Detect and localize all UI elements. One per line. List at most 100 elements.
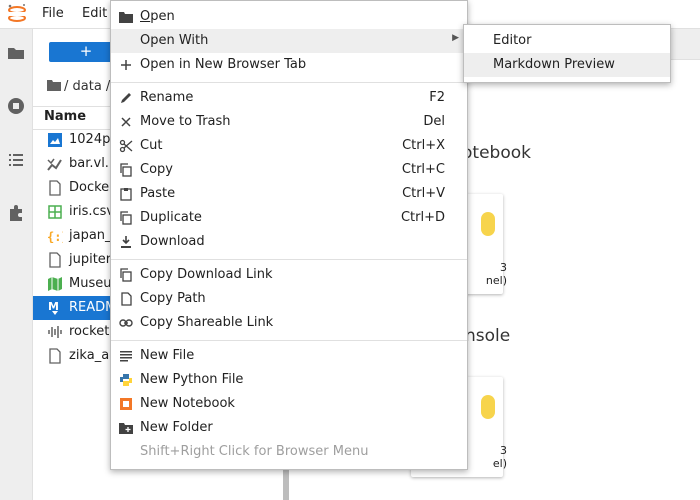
submenu-item-markdown-preview[interactable]: Markdown Preview xyxy=(464,53,670,77)
menu-label: Markdown Preview xyxy=(493,57,615,72)
name-header-label: Name xyxy=(44,109,87,124)
menu-item-copy-download-link[interactable]: Copy Download Link xyxy=(111,263,467,287)
menu-item-duplicate[interactable]: Duplicate Ctrl+D xyxy=(111,206,467,230)
add-icon xyxy=(121,60,131,70)
extension-icon[interactable] xyxy=(6,203,26,223)
text-file-icon xyxy=(120,351,132,362)
download-icon xyxy=(121,236,131,248)
menu-item-download[interactable]: Download xyxy=(111,230,467,254)
link-icon xyxy=(119,319,133,327)
svg-text:{:}: {:} xyxy=(47,230,63,244)
menu-label: Open xyxy=(140,9,175,24)
folder-icon[interactable] xyxy=(6,43,26,63)
menu-label: Copy Download Link xyxy=(140,267,273,282)
menu-separator xyxy=(111,340,467,341)
menu-label: New File xyxy=(140,348,195,363)
menu-label: Download xyxy=(140,234,205,249)
menu-label: Rename xyxy=(140,90,194,105)
file-name: 1024p xyxy=(69,132,111,147)
breadcrumb: / data / xyxy=(47,79,110,94)
running-icon[interactable] xyxy=(6,96,26,116)
file-name: Docke xyxy=(69,180,110,195)
file-name: iris.csv xyxy=(69,204,115,219)
menu-item-rename[interactable]: Rename F2 xyxy=(111,86,467,110)
menu-label: Cut xyxy=(140,138,163,153)
folder-home-icon[interactable] xyxy=(47,79,61,91)
python-logo-icon xyxy=(481,212,495,236)
file-name: rocket xyxy=(69,324,110,339)
menu-item-copy-path[interactable]: Copy Path xyxy=(111,287,467,311)
python-icon xyxy=(120,374,132,386)
menu-shortcut: F2 xyxy=(429,90,445,105)
menu-item-paste[interactable]: Paste Ctrl+V xyxy=(111,182,467,206)
menu-item-browser-menu-hint: Shift+Right Click for Browser Menu xyxy=(111,440,467,464)
menu-shortcut: Ctrl+D xyxy=(400,210,445,225)
file-name: bar.vl. xyxy=(69,156,109,171)
menu-label: Paste xyxy=(140,186,176,201)
edit-icon xyxy=(121,93,131,103)
menu-label: Open With xyxy=(140,33,209,48)
toc-icon[interactable] xyxy=(6,150,26,170)
open-with-submenu: Editor Markdown Preview xyxy=(463,24,671,83)
menu-shortcut: Ctrl+V xyxy=(402,186,445,201)
markdown-icon: M xyxy=(48,300,59,315)
file-name: japan_ xyxy=(69,228,112,243)
vega-icon xyxy=(47,158,62,171)
menu-shortcut: Del xyxy=(423,114,445,129)
left-activity-bar xyxy=(0,29,33,500)
new-folder-icon xyxy=(119,423,133,434)
menu-item-open-new-tab[interactable]: Open in New Browser Tab xyxy=(111,53,467,77)
file-name: Museu xyxy=(69,276,112,291)
menu-separator xyxy=(111,259,467,260)
menu-item-new-notebook[interactable]: New Notebook xyxy=(111,392,467,416)
file-icon xyxy=(49,180,61,196)
menu-item-copy-shareable-link[interactable]: Copy Shareable Link xyxy=(111,311,467,335)
file-menu[interactable]: File xyxy=(42,6,64,21)
paste-icon xyxy=(120,188,132,201)
menu-label: Editor xyxy=(493,33,532,48)
jupyter-logo-icon[interactable] xyxy=(6,3,28,25)
duplicate-icon xyxy=(120,211,132,225)
notebook-icon xyxy=(120,398,132,410)
menu-label: Copy xyxy=(140,162,173,177)
context-menu: Open Open With ▶ Open in New Browser Tab… xyxy=(110,0,468,470)
console-section-title: nsole xyxy=(465,326,511,346)
file-icon xyxy=(121,292,132,306)
menu-item-open-with[interactable]: Open With ▶ xyxy=(111,29,467,53)
menu-shortcut: Ctrl+C xyxy=(401,162,445,177)
menu-label: Shift+Right Click for Browser Menu xyxy=(140,444,369,459)
image-icon xyxy=(48,133,62,147)
menu-label: Open in New Browser Tab xyxy=(140,57,307,72)
submenu-item-editor[interactable]: Editor xyxy=(464,29,670,53)
menu-item-open[interactable]: Open xyxy=(111,5,467,29)
file-icon xyxy=(49,252,61,268)
geojson-icon xyxy=(48,277,62,291)
menu-label: Duplicate xyxy=(140,210,202,225)
menu-item-copy[interactable]: Copy Ctrl+C xyxy=(111,158,467,182)
submenu-arrow-icon: ▶ xyxy=(452,33,459,43)
python-logo-icon xyxy=(481,395,495,419)
menu-item-cut[interactable]: Cut Ctrl+X xyxy=(111,134,467,158)
menu-label: New Folder xyxy=(140,420,213,435)
menu-item-new-python-file[interactable]: New Python File xyxy=(111,368,467,392)
menu-label: New Notebook xyxy=(140,396,235,411)
menu-item-move-to-trash[interactable]: Move to Trash Del xyxy=(111,110,467,134)
audio-icon xyxy=(48,326,62,338)
folder-icon xyxy=(119,12,133,23)
close-icon xyxy=(121,117,131,127)
menu-label: Copy Path xyxy=(140,291,206,306)
file-name: jupiter xyxy=(69,252,112,267)
copy-icon xyxy=(120,268,132,282)
edit-menu[interactable]: Edit xyxy=(82,6,107,21)
menu-label: New Python File xyxy=(140,372,244,387)
menu-item-new-folder[interactable]: New Folder xyxy=(111,416,467,440)
cut-icon xyxy=(119,139,133,153)
notebook-section-title: otebook xyxy=(462,143,531,163)
file-icon xyxy=(49,348,61,364)
menu-label: Copy Shareable Link xyxy=(140,315,274,330)
breadcrumb-path[interactable]: / data / xyxy=(64,79,110,94)
menu-label: Move to Trash xyxy=(140,114,231,129)
menu-separator xyxy=(111,82,467,83)
file-name: zika_a xyxy=(69,348,110,363)
menu-item-new-file[interactable]: New File xyxy=(111,344,467,368)
